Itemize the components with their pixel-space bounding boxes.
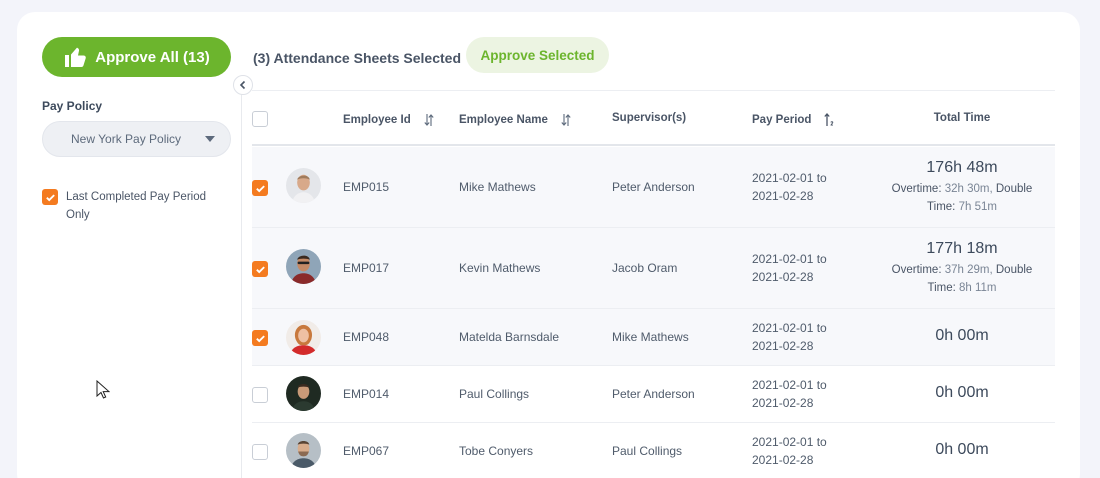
check-icon — [255, 265, 265, 273]
total-hours: 0h 00m — [935, 327, 989, 344]
row-checkbox[interactable] — [252, 180, 268, 196]
row-checkbox[interactable] — [252, 387, 268, 403]
row-checkbox[interactable] — [252, 261, 268, 277]
total-time: 177h 18m Overtime: 37h 29m, Double Time:… — [872, 240, 1052, 297]
supervisor: Jacob Oram — [612, 261, 678, 275]
overtime-line: Overtime: 37h 29m, Double — [891, 264, 1033, 276]
pay-policy-label: Pay Policy — [42, 99, 103, 113]
pay-period: 2021-02-01 to 2021-02-28 — [752, 435, 827, 467]
supervisor: Peter Anderson — [612, 180, 695, 194]
overtime-line: Overtime: 32h 30m, Double — [891, 183, 1033, 195]
total-time: 0h 00m — [872, 384, 1052, 402]
employee-id: EMP017 — [343, 261, 390, 275]
select-all-checkbox[interactable] — [252, 111, 268, 127]
supervisor: Peter Anderson — [612, 387, 695, 401]
column-supervisors: Supervisor(s) — [612, 112, 687, 124]
pay-period: 2021-02-01 to 2021-02-28 — [752, 252, 827, 284]
total-hours: 177h 18m — [926, 240, 998, 257]
pay-policy-value: New York Pay Policy — [71, 132, 182, 146]
total-hours: 0h 00m — [935, 441, 989, 458]
table-row[interactable]: EMP014 Paul Collings Peter Anderson 2021… — [252, 366, 1055, 423]
pay-period: 2021-02-01 to 2021-02-28 — [752, 321, 827, 353]
check-icon — [255, 184, 265, 192]
avatar — [286, 376, 321, 411]
employee-id: EMP015 — [343, 180, 390, 194]
employee-name: Kevin Mathews — [459, 261, 541, 275]
employee-id: EMP048 — [343, 330, 390, 344]
row-checkbox[interactable] — [252, 330, 268, 346]
avatar — [286, 320, 321, 355]
table-header: Employee Id Employee Name Supervisor(s) … — [252, 90, 1055, 146]
column-employee-id[interactable]: Employee Id — [343, 112, 435, 128]
employee-name: Matelda Barnsdale — [459, 330, 560, 344]
mouse-cursor-icon — [96, 380, 110, 399]
approve-all-label: Approve All (13) — [95, 48, 210, 66]
column-pay-period[interactable]: Pay Period — [752, 112, 835, 128]
table-row[interactable]: EMP017 Kevin Mathews Jacob Oram 2021-02-… — [252, 228, 1055, 309]
table-row[interactable]: EMP048 Matelda Barnsdale Mike Mathews 20… — [252, 309, 1055, 366]
approve-all-button[interactable]: Approve All (13) — [42, 37, 231, 77]
selection-count-text: (3) Attendance Sheets Selected — [253, 50, 461, 66]
total-time: 0h 00m — [872, 327, 1052, 345]
employee-name: Mike Mathews — [459, 180, 536, 194]
sidebar-divider — [241, 90, 242, 478]
total-hours: 0h 00m — [935, 384, 989, 401]
double-time-line: Time: 7h 51m — [927, 201, 997, 213]
pay-period: 2021-02-01 to 2021-02-28 — [752, 171, 827, 203]
total-time: 176h 48m Overtime: 32h 30m, Double Time:… — [872, 159, 1052, 216]
chevron-left-icon — [239, 80, 246, 90]
pay-policy-select[interactable]: New York Pay Policy — [42, 121, 231, 157]
pay-period: 2021-02-01 to 2021-02-28 — [752, 378, 827, 410]
double-time-line: Time: 8h 11m — [927, 282, 997, 294]
employee-id: EMP067 — [343, 444, 390, 458]
last-completed-checkbox[interactable] — [42, 189, 58, 205]
avatar — [286, 433, 321, 468]
avatar — [286, 168, 321, 203]
avatar — [286, 249, 321, 284]
sort-icon[interactable] — [560, 112, 572, 128]
sort-icon[interactable] — [423, 112, 435, 128]
table-row[interactable]: EMP067 Tobe Conyers Paul Collings 2021-0… — [252, 423, 1055, 478]
total-hours: 176h 48m — [926, 159, 998, 176]
caret-down-icon — [205, 136, 215, 142]
sort-numeric-icon[interactable] — [823, 112, 835, 128]
table-row[interactable]: EMP015 Mike Mathews Peter Anderson 2021-… — [252, 147, 1055, 228]
row-checkbox[interactable] — [252, 444, 268, 460]
column-employee-name[interactable]: Employee Name — [459, 112, 572, 128]
last-completed-label: Last Completed Pay Period Only — [66, 191, 206, 221]
supervisor: Mike Mathews — [612, 330, 689, 344]
employee-name: Tobe Conyers — [459, 444, 534, 458]
last-completed-option[interactable]: Last Completed Pay Period Only — [42, 189, 226, 224]
employee-id: EMP014 — [343, 387, 390, 401]
thumbs-up-icon — [65, 47, 87, 67]
supervisor: Paul Collings — [612, 444, 683, 458]
total-time: 0h 00m — [872, 441, 1052, 459]
approve-selected-button[interactable]: Approve Selected — [466, 37, 609, 73]
employee-name: Paul Collings — [459, 387, 530, 401]
column-total-time: Total Time — [933, 112, 991, 124]
check-icon — [255, 334, 265, 342]
collapse-sidebar-button[interactable] — [233, 75, 253, 95]
check-icon — [45, 193, 55, 201]
